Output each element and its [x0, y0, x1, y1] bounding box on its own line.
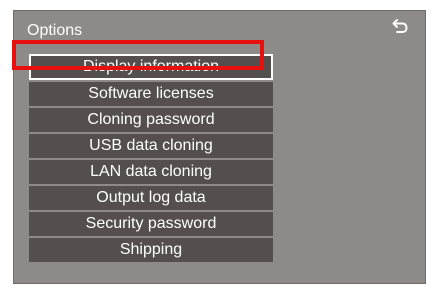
menu-item-label: Output log data	[96, 189, 206, 206]
menu-item-output-log-data[interactable]: Output log data	[29, 186, 273, 212]
menu-item-label: USB data cloning	[89, 137, 213, 154]
options-screen: Options Display information Software lic…	[13, 10, 426, 284]
menu-item-label: Software licenses	[88, 85, 214, 102]
menu-item-cloning-password[interactable]: Cloning password	[29, 108, 273, 134]
menu-item-label: LAN data cloning	[90, 163, 212, 180]
menu-item-display-information[interactable]: Display information	[29, 54, 273, 80]
menu-item-label: Shipping	[119, 241, 183, 258]
menu-item-label: Security password	[85, 215, 217, 232]
menu-item-security-password[interactable]: Security password	[29, 212, 273, 238]
options-menu: Display information Software licenses Cl…	[29, 54, 273, 264]
menu-item-usb-data-cloning[interactable]: USB data cloning	[29, 134, 273, 160]
menu-item-shipping[interactable]: Shipping	[29, 238, 273, 264]
page-title: Options	[27, 22, 83, 39]
menu-item-lan-data-cloning[interactable]: LAN data cloning	[29, 160, 273, 186]
menu-item-label: Display information	[82, 58, 220, 75]
menu-item-software-licenses[interactable]: Software licenses	[29, 82, 273, 108]
menu-item-label: Cloning password	[87, 111, 215, 128]
back-arrow-icon[interactable]	[391, 17, 409, 35]
